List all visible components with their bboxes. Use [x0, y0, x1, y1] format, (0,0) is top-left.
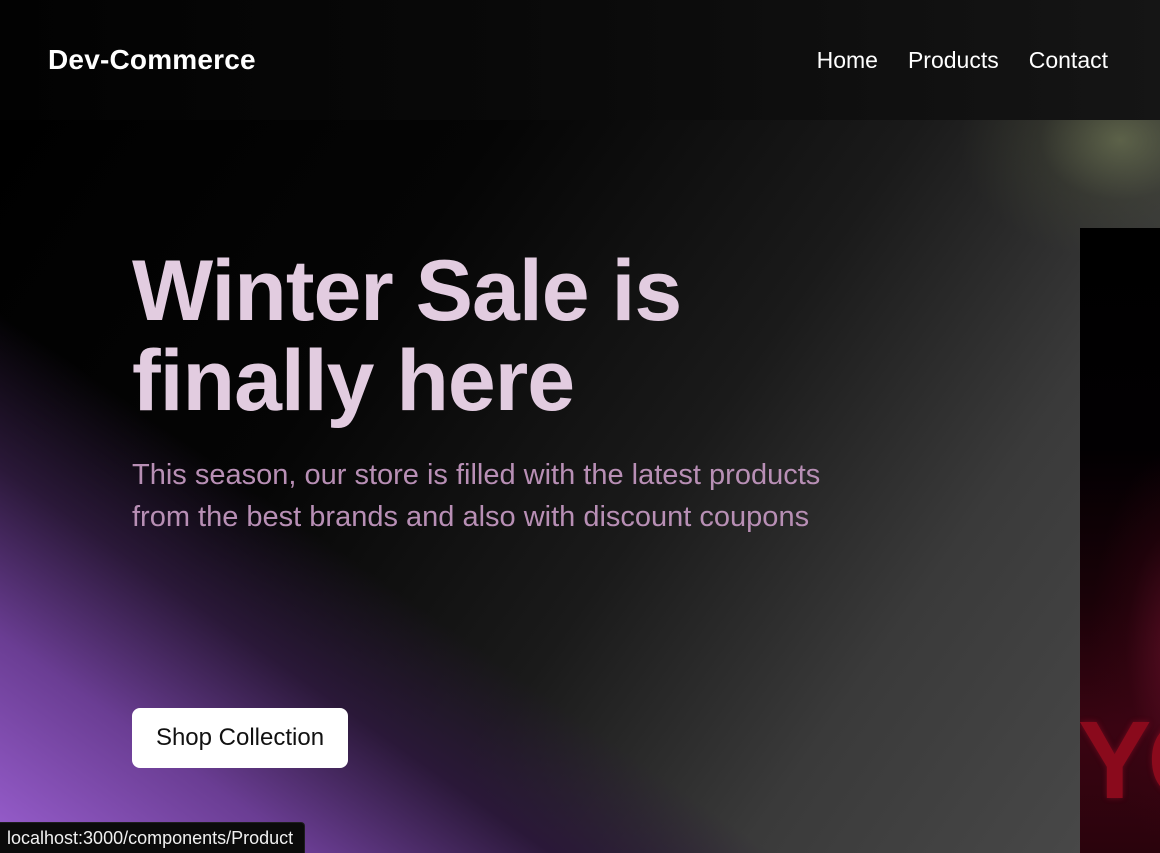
hero-title-line-2: finally here [132, 333, 575, 429]
nav-link-products[interactable]: Products [908, 47, 999, 74]
navbar: Dev-Commerce Home Products Contact [0, 0, 1160, 120]
nav-links: Home Products Contact [817, 47, 1108, 74]
promo-image[interactable]: YO [1080, 228, 1160, 853]
shop-collection-button[interactable]: Shop Collection [132, 708, 348, 768]
nav-link-home[interactable]: Home [817, 47, 878, 74]
hero-title-line-1: Winter Sale is [132, 243, 682, 339]
status-bar-url: localhost:3000/components/Product [0, 822, 306, 853]
hero-title: Winter Sale is finally here [132, 246, 892, 426]
hero-subtitle: This season, our store is filled with th… [132, 459, 821, 533]
promo-image-text: YO [1080, 699, 1160, 822]
brand-logo[interactable]: Dev-Commerce [48, 44, 256, 76]
page: Dev-Commerce Home Products Contact Winte… [0, 0, 1160, 853]
nav-link-contact[interactable]: Contact [1029, 47, 1108, 74]
hero-content: Winter Sale is finally here This season,… [132, 246, 892, 538]
